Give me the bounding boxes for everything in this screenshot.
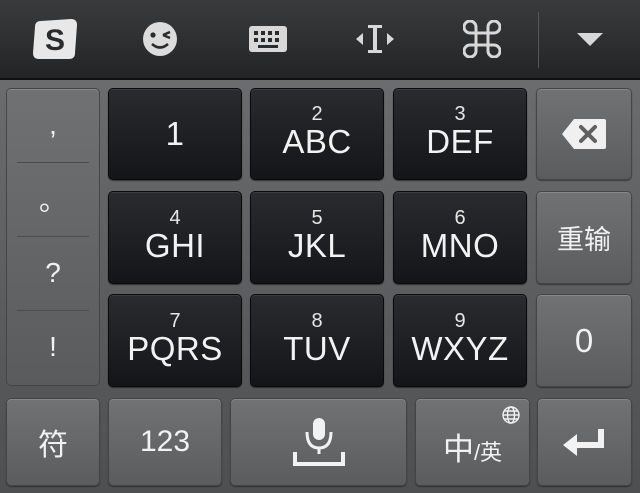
language-label: 中 /英 xyxy=(443,424,502,469)
key-number: 3 xyxy=(454,103,466,125)
key-2-abc[interactable]: 2 ABC xyxy=(250,88,384,180)
backspace-icon xyxy=(562,119,606,149)
punct-comma[interactable]: , xyxy=(7,89,99,161)
key-4-ghi[interactable]: 4 GHI xyxy=(108,191,242,284)
punct-period[interactable]: 。 xyxy=(7,163,99,235)
key-number: 5 xyxy=(311,206,323,229)
microphone-icon xyxy=(292,418,345,466)
svg-text:S: S xyxy=(45,24,65,57)
key-number: 2 xyxy=(311,103,323,125)
language-alt: /英 xyxy=(473,439,503,465)
reinput-button[interactable]: 重输 xyxy=(536,191,632,284)
punctuation-list[interactable]: , 。 ? ! xyxy=(6,88,100,386)
keyboard-icon[interactable] xyxy=(228,0,308,78)
key-9-wxyz[interactable]: 9 WXYZ xyxy=(393,294,527,387)
key-3-def[interactable]: 3 DEF xyxy=(393,88,527,180)
key-6-mno[interactable]: 6 MNO xyxy=(393,191,527,284)
key-letters: JKL xyxy=(287,226,347,264)
space-voice-button[interactable] xyxy=(230,398,407,486)
collapse-arrow-icon[interactable] xyxy=(550,0,630,78)
key-letters: WXYZ xyxy=(411,329,509,367)
key-number: 6 xyxy=(454,206,466,229)
key-number: 8 xyxy=(311,309,323,332)
language-switch-button[interactable]: 中 /英 xyxy=(415,398,530,486)
backspace-button[interactable] xyxy=(536,88,632,180)
reinput-label: 重输 xyxy=(557,225,611,255)
command-icon[interactable] xyxy=(442,0,522,78)
language-main: 中 xyxy=(442,431,474,467)
key-number: 7 xyxy=(169,309,181,332)
punct-exclamation[interactable]: ! xyxy=(7,311,99,383)
symbol-button[interactable]: 符 xyxy=(6,398,100,486)
emoji-icon[interactable] xyxy=(120,0,200,78)
numeric-label: 123 xyxy=(139,425,191,458)
enter-icon xyxy=(562,429,604,456)
enter-button[interactable] xyxy=(537,398,632,486)
keyboard-body: , 。 ? ! 1 2 ABC 3 DEF 4 GHI 5 JKL 6 MNO … xyxy=(0,80,640,493)
sogou-logo-icon[interactable]: S xyxy=(15,0,95,78)
punct-question[interactable]: ? xyxy=(7,237,99,309)
key-letters: GHI xyxy=(144,226,206,264)
key-letters: PQRS xyxy=(127,329,223,367)
globe-icon xyxy=(502,406,520,424)
key-letters: MNO xyxy=(420,226,500,264)
key-letters: TUV xyxy=(283,329,351,367)
key-0[interactable]: 0 xyxy=(536,294,632,387)
key-8-tuv[interactable]: 8 TUV xyxy=(250,294,384,387)
key-label: 0 xyxy=(574,321,594,359)
cursor-move-icon[interactable] xyxy=(335,0,415,78)
key-number: 9 xyxy=(454,309,466,332)
numeric-button[interactable]: 123 xyxy=(108,398,222,486)
keyboard-toolbar: S xyxy=(0,0,640,80)
key-letters: DEF xyxy=(426,123,494,160)
key-number: 4 xyxy=(169,206,181,229)
symbol-label: 符 xyxy=(38,429,68,462)
key-7-pqrs[interactable]: 7 PQRS xyxy=(108,294,242,387)
key-5-jkl[interactable]: 5 JKL xyxy=(250,191,384,284)
key-label: 1 xyxy=(165,115,185,152)
key-1[interactable]: 1 xyxy=(108,88,242,180)
toolbar-divider xyxy=(538,12,539,68)
key-letters: ABC xyxy=(282,123,352,160)
